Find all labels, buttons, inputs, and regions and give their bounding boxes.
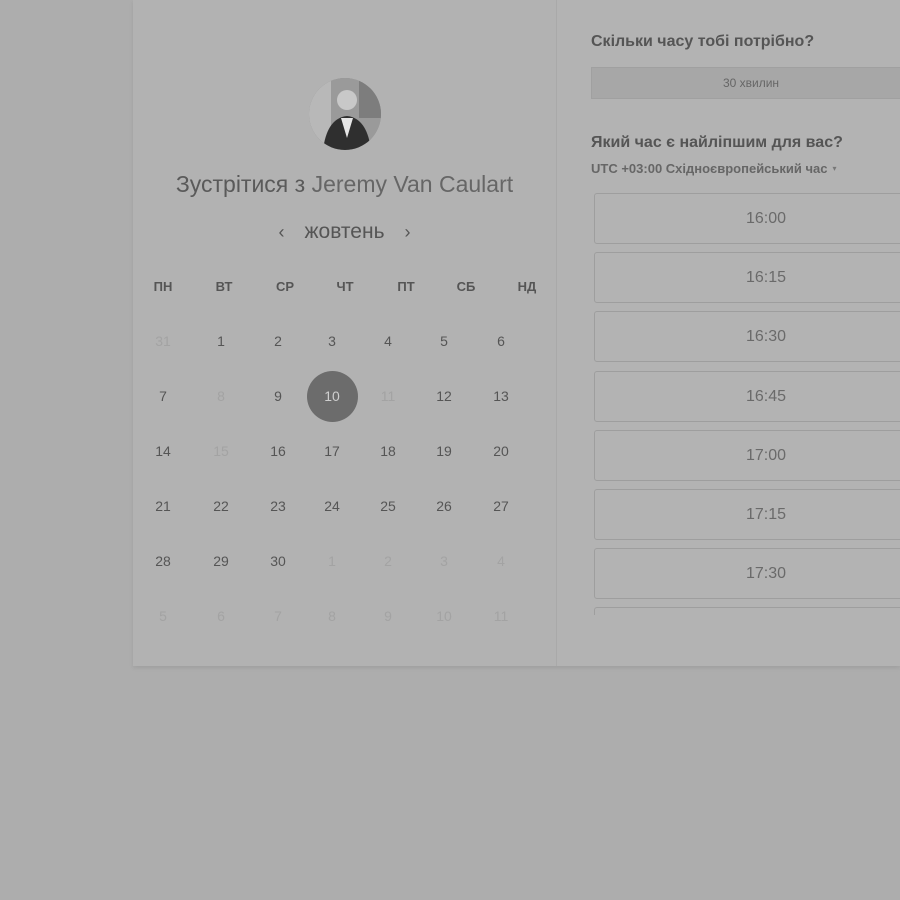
- calendar-day[interactable]: 6: [481, 331, 521, 351]
- calendar-day: 8: [328, 608, 336, 624]
- time-slot[interactable]: 16:00: [594, 193, 900, 244]
- calendar-day: 3: [440, 553, 448, 569]
- duration-value: 30 хвилин: [722, 76, 780, 90]
- time-slot-label: 16:15: [745, 269, 787, 287]
- calendar-day[interactable]: 25: [368, 496, 408, 516]
- calendar-day[interactable]: 21: [143, 496, 183, 516]
- calendar-day: 4: [497, 553, 505, 569]
- time-slot[interactable]: 16:45: [594, 370, 900, 422]
- calendar-day[interactable]: 14: [143, 441, 183, 461]
- calendar-day[interactable]: 26: [424, 496, 464, 516]
- weekday-label: ЧТ: [336, 279, 354, 294]
- calendar-day[interactable]: 27: [481, 496, 521, 516]
- calendar-day[interactable]: 18: [368, 441, 408, 461]
- time-slot-label: 17:30: [745, 565, 787, 583]
- calendar-day: 11: [493, 608, 509, 624]
- calendar-day[interactable]: 29: [201, 551, 241, 571]
- month-navigation: ‹ жовтень ›: [133, 218, 556, 246]
- time-slot-label: 17:15: [745, 506, 787, 523]
- host-name: Jeremy Van Caulart: [311, 171, 514, 197]
- calendar-day[interactable]: 17: [312, 441, 352, 461]
- calendar-day: 7: [274, 608, 282, 624]
- weekday-label: ВТ: [215, 279, 233, 294]
- calendar-day: 6: [217, 608, 225, 624]
- time-slot[interactable]: 17:30: [594, 548, 900, 600]
- weekday-label: СБ: [456, 279, 476, 294]
- time-slot[interactable]: 16:30: [594, 311, 900, 363]
- time-slot[interactable]: 16:15: [594, 252, 900, 304]
- calendar-day[interactable]: 24: [312, 496, 352, 516]
- calendar-day[interactable]: 5: [424, 331, 464, 351]
- time-slot-label: 16:00: [745, 210, 787, 227]
- calendar-day: 31: [155, 333, 171, 349]
- duration-button[interactable]: 30 хвилин: [591, 67, 900, 99]
- meeting-title: Зустрітися з Jeremy Van Caulart: [133, 171, 556, 198]
- calendar-day[interactable]: 1: [201, 331, 241, 351]
- calendar-day: 15: [213, 443, 229, 459]
- calendar-day[interactable]: 20: [481, 441, 521, 461]
- time-question: Який час є найліпшим для вас?: [591, 134, 843, 151]
- time-slot[interactable]: [594, 607, 900, 615]
- calendar-day: 8: [217, 388, 225, 404]
- calendar-day[interactable]: 16: [258, 441, 298, 461]
- calendar-panel: Зустрітися з Jeremy Van Caulart ‹ жовтен…: [133, 0, 557, 666]
- calendar-day[interactable]: 19: [424, 441, 464, 461]
- time-slot-list[interactable]: 16:00 16:15 16:30 16:45 17:00 17:15 17:30: [594, 193, 900, 615]
- host-avatar: [309, 78, 381, 150]
- time-slot-label: 17:00: [745, 446, 787, 464]
- calendar-day: 5: [159, 608, 167, 624]
- calendar-day[interactable]: 28: [143, 551, 183, 571]
- selected-day[interactable]: 10: [306, 370, 358, 422]
- calendar-day: 10: [436, 608, 452, 624]
- calendar-day[interactable]: 2: [258, 331, 298, 351]
- calendar-day[interactable]: 23: [258, 496, 298, 516]
- timezone-label: UTC +03:00 Східноєвропейський час: [591, 161, 828, 176]
- duration-question: Скільки часу тобі потрібно?: [591, 33, 815, 50]
- calendar-day[interactable]: 3: [312, 331, 352, 351]
- calendar-day: 11: [380, 388, 396, 404]
- month-label: жовтень: [304, 220, 385, 243]
- caret-down-icon: ▾: [832, 164, 837, 173]
- calendar-day: 2: [384, 553, 392, 569]
- weekday-label: НД: [517, 279, 537, 294]
- calendar-day: 1: [328, 553, 336, 569]
- weekday-label: ПН: [153, 279, 173, 294]
- weekday-label: ПТ: [397, 279, 415, 294]
- time-selection-panel: Скільки часу тобі потрібно? 30 хвилин Як…: [557, 0, 900, 666]
- timezone-selector[interactable]: UTC +03:00 Східноєвропейський час ▾: [591, 161, 837, 176]
- weekday-label: СР: [275, 279, 295, 294]
- time-slot-label: 16:30: [745, 328, 787, 346]
- calendar-day: 9: [384, 608, 392, 624]
- calendar-day[interactable]: 30: [258, 551, 298, 571]
- time-slot[interactable]: 17:00: [594, 429, 900, 481]
- scheduler-card: Зустрітися з Jeremy Van Caulart ‹ жовтен…: [133, 0, 900, 666]
- calendar-day[interactable]: 13: [481, 386, 521, 406]
- calendar-day[interactable]: 9: [258, 386, 298, 406]
- chevron-left-icon[interactable]: ‹: [274, 222, 288, 243]
- calendar-day[interactable]: 22: [201, 496, 241, 516]
- meeting-title-prefix: Зустрітися з: [175, 171, 306, 197]
- calendar-day[interactable]: 7: [143, 386, 183, 406]
- calendar-day[interactable]: 4: [368, 331, 408, 351]
- chevron-right-icon[interactable]: ›: [401, 222, 415, 243]
- time-slot-label: 16:45: [745, 387, 787, 405]
- time-slot[interactable]: 17:15: [594, 489, 900, 540]
- calendar-day[interactable]: 12: [424, 386, 464, 406]
